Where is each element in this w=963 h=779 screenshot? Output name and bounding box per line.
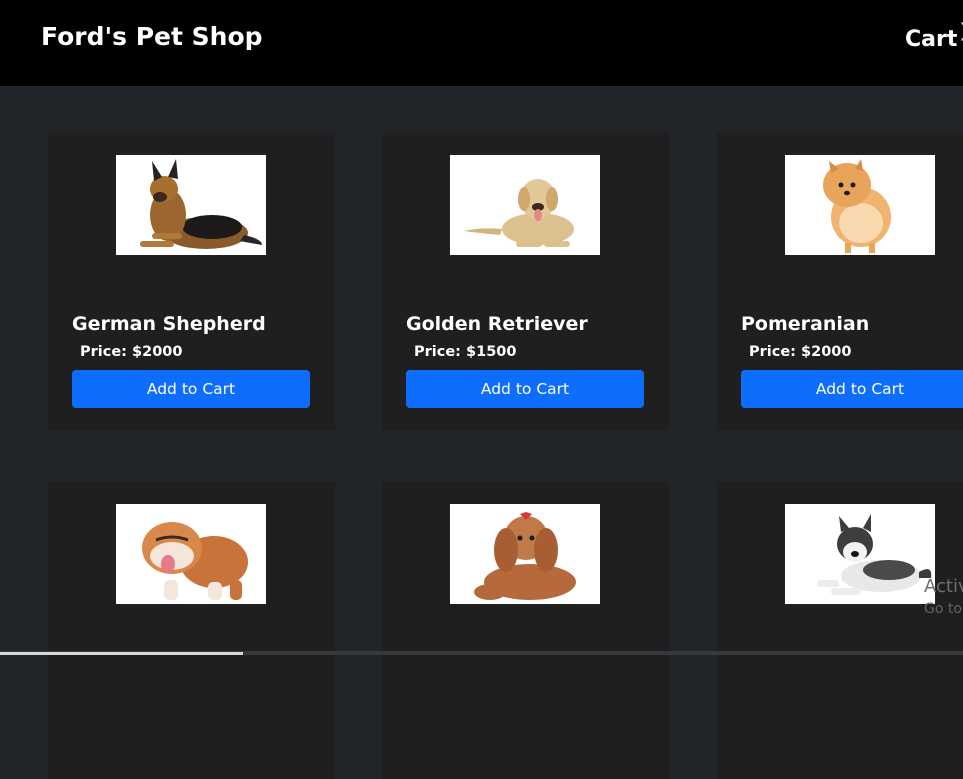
cart-link[interactable]: Cart❯ — [905, 20, 963, 52]
product-name: Pomeranian — [741, 313, 870, 335]
brand-link[interactable]: Ford's Pet Shop — [41, 22, 263, 51]
watermark-line2: Go to — [924, 601, 962, 617]
product-price: Price: $2000 — [80, 344, 183, 360]
product-card-husky — [717, 482, 963, 779]
husky-dog-icon — [785, 504, 935, 604]
product-price: Price: $2000 — [749, 344, 852, 360]
add-to-cart-button[interactable]: Add to Cart — [406, 370, 644, 408]
german-shepherd-dog-icon — [116, 155, 266, 255]
product-card-poodle — [382, 482, 669, 779]
cart-dropdown-icon[interactable]: ❯ — [958, 20, 963, 41]
windows-activation-watermark: Activ Go to — [924, 576, 963, 617]
bulldog-icon — [116, 504, 266, 604]
add-to-cart-button[interactable]: Add to Cart — [72, 370, 310, 408]
poodle-dog-icon — [450, 504, 600, 604]
horizontal-scrollbar[interactable] — [0, 651, 963, 655]
product-card-bulldog — [48, 482, 335, 779]
add-to-cart-button[interactable]: Add to Cart — [741, 370, 963, 408]
product-card-german-shepherd: German Shepherd Price: $2000 Add to Cart — [48, 133, 335, 430]
product-name: German Shepherd — [72, 313, 266, 335]
navbar: Ford's Pet Shop Cart❯ — [0, 0, 963, 86]
product-card-golden-retriever: Golden Retriever Price: $1500 Add to Car… — [382, 133, 669, 430]
golden-retriever-dog-icon — [450, 155, 600, 255]
watermark-line1: Activ — [924, 576, 963, 597]
product-card-pomeranian: Pomeranian Price: $2000 Add to Cart — [717, 133, 963, 430]
cart-label: Cart — [905, 27, 958, 52]
product-price: Price: $1500 — [414, 344, 517, 360]
pomeranian-dog-icon — [785, 155, 935, 255]
product-name: Golden Retriever — [406, 313, 588, 335]
